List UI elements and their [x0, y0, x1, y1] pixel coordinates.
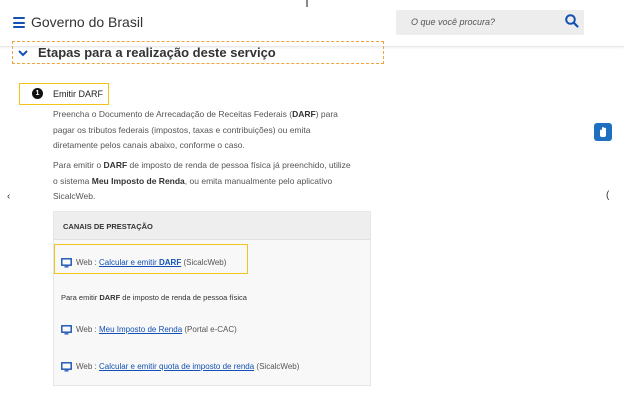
text: Para emitir o	[53, 160, 104, 170]
text: ) para	[315, 109, 338, 119]
text: de imposto de renda de pessoa física	[120, 293, 247, 302]
text-bold: DARF	[103, 160, 128, 170]
top-divider-mark	[306, 0, 308, 7]
channel-suffix: (SicalcWeb)	[254, 362, 300, 372]
text: Para emitir	[61, 293, 100, 302]
channel-meu-imposto: Web : Meu Imposto de Renda (Portal e-CAC…	[61, 325, 237, 335]
panel-header: CANAIS DE PRESTAÇÃO	[54, 212, 370, 240]
text: o sistema	[53, 175, 92, 186]
panel-heading: CANAIS DE PRESTAÇÃO	[63, 222, 153, 231]
panel-subheading: Para emitir DARF de imposto de renda de …	[61, 293, 247, 302]
channel-prefix: Web :	[76, 362, 99, 372]
search-input[interactable]: O que você procura?	[396, 10, 584, 35]
step-badge: 1 Emitir DARF	[19, 83, 109, 105]
channel-suffix: (Portal e-CAC)	[182, 325, 237, 335]
brand-title[interactable]: Governo do Brasil	[31, 14, 143, 30]
monitor-icon	[61, 325, 72, 335]
text: diretamente pelos canais abaixo, conform…	[53, 140, 245, 150]
section-title: Etapas para a realização deste serviço	[38, 45, 276, 60]
search-icon[interactable]	[564, 13, 580, 29]
meu-imposto-link[interactable]: Meu Imposto de Renda	[99, 325, 182, 334]
step-description: Preencha o Documento de Arrecadação de R…	[53, 107, 363, 154]
step-label: Emitir DARF	[53, 89, 103, 99]
calcular-quota-ir-link[interactable]: Calcular e emitir quota de imposto de re…	[99, 362, 254, 371]
monitor-icon	[61, 362, 72, 372]
carousel-next-arrow[interactable]: (	[606, 190, 609, 201]
accessibility-button[interactable]	[594, 123, 612, 141]
channel-prefix: Web :	[76, 325, 99, 335]
carousel-prev-arrow[interactable]: ‹	[7, 191, 10, 202]
text: de imposto de renda de pessoa física já …	[127, 160, 351, 170]
step-number: 1	[32, 88, 43, 99]
text-bold: Meu Imposto de Renda	[91, 175, 185, 186]
accessibility-hand-icon	[600, 127, 606, 137]
text-bold: DARF	[292, 109, 316, 119]
step-instructions: Para emitir o DARF de imposto de renda d…	[53, 158, 363, 205]
text: , ou emita manualmente pelo aplicativo	[184, 175, 333, 186]
search-placeholder: O que você procura?	[411, 17, 496, 27]
section-header[interactable]: Etapas para a realização deste serviço	[12, 41, 384, 64]
chevron-down-icon	[18, 50, 28, 57]
text: SicalcWeb.	[53, 191, 96, 201]
text: Preencha o Documento de Arrecadação de R…	[53, 109, 293, 119]
channel-quota-ir: Web : Calcular e emitir quota de imposto…	[61, 362, 299, 372]
text-bold: DARF	[99, 293, 121, 302]
channel-highlight	[54, 244, 248, 274]
menu-icon[interactable]	[13, 17, 25, 28]
site-header: Governo do Brasil O que você procura?	[0, 0, 624, 47]
text: pagar os tributos federais (impostos, ta…	[53, 124, 311, 135]
